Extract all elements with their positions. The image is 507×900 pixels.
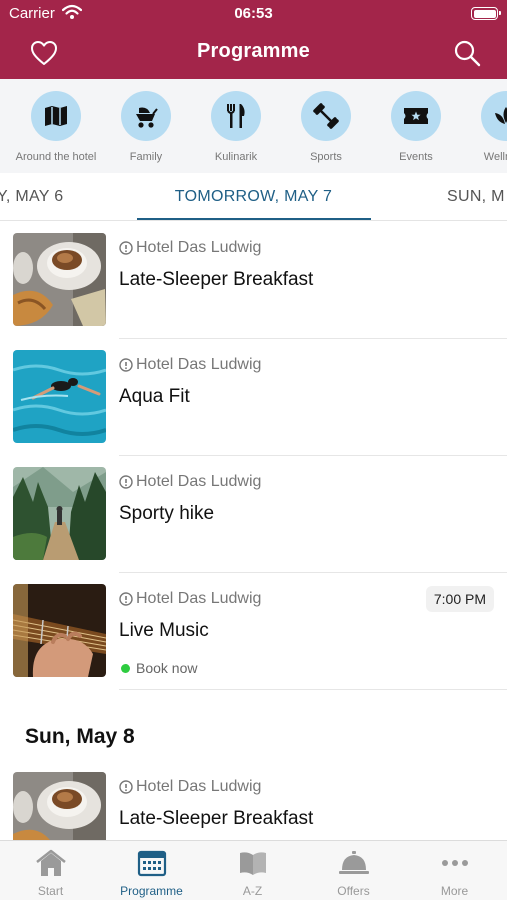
category-label: Family	[129, 151, 163, 163]
tab-start[interactable]: Start	[0, 849, 101, 898]
location-label: Hotel Das Ludwig	[119, 239, 261, 257]
day-tabs: Y, MAY 6 TOMORROW, MAY 7 SUN, M	[0, 173, 507, 221]
map-icon	[45, 106, 67, 126]
event-title: Aqua Fit	[119, 386, 190, 407]
active-tab-indicator	[137, 218, 371, 220]
tab-day-tomorrow[interactable]: TOMORROW, MAY 7	[0, 188, 507, 206]
category-label: Sports	[310, 151, 342, 163]
event-title: Live Music	[119, 620, 209, 641]
clock: 06:53	[234, 5, 273, 22]
list-item[interactable]: Hotel Das Ludwig Sporty hike	[0, 456, 507, 573]
coffee-croissant-photo	[13, 772, 106, 840]
tab-label: A-Z	[242, 884, 263, 898]
stroller-icon	[136, 107, 158, 128]
list-item[interactable]: Hotel Das Ludwig Late-Sleeper Breakfast	[0, 761, 507, 840]
category-kulinarik[interactable]: Kulinarik	[191, 91, 281, 163]
book-now-link[interactable]: Book now	[121, 660, 197, 676]
swimmer-pool-photo	[13, 350, 106, 443]
event-title: Sporty hike	[119, 503, 215, 524]
info-pin-icon	[119, 358, 133, 372]
bell-icon	[338, 851, 369, 874]
category-label: Around the hotel	[15, 151, 97, 163]
tab-offers[interactable]: Offers	[303, 849, 404, 898]
ticket-icon	[404, 108, 428, 124]
location-text: Hotel Das Ludwig	[136, 239, 262, 256]
category-events[interactable]: Events	[371, 91, 461, 163]
location-label: Hotel Das Ludwig	[119, 356, 261, 374]
page-title: Programme	[197, 40, 310, 62]
tab-label: More	[440, 884, 469, 898]
guitar-photo	[13, 584, 106, 677]
lotus-icon	[495, 107, 507, 124]
location-text: Hotel Das Ludwig	[136, 473, 262, 490]
info-pin-icon	[119, 475, 133, 489]
category-strip[interactable]: Around the hotel Family Kulinarik Sports…	[0, 79, 507, 173]
dumbbell-icon	[313, 103, 339, 129]
category-label: Events	[399, 151, 433, 163]
category-around-the-hotel[interactable]: Around the hotel	[11, 91, 101, 163]
event-title: Late-Sleeper Breakfast	[119, 808, 314, 829]
house-icon	[35, 849, 66, 876]
tab-label: Programme	[120, 884, 183, 898]
calendar-icon	[137, 850, 166, 877]
location-text: Hotel Das Ludwig	[136, 778, 262, 795]
category-label: Wellness	[483, 151, 507, 163]
info-pin-icon	[119, 592, 133, 606]
bottom-tab-bar: Start Programme A-Z Offers More	[0, 840, 507, 900]
category-sports[interactable]: Sports	[281, 91, 371, 163]
info-pin-icon	[119, 780, 133, 794]
location-label: Hotel Das Ludwig	[119, 473, 261, 491]
search-icon[interactable]	[453, 39, 481, 67]
availability-dot-icon	[121, 663, 130, 673]
book-now-label: Book now	[136, 660, 198, 676]
book-icon	[239, 852, 266, 875]
section-heading: Sun, May 8	[25, 725, 135, 748]
location-label: Hotel Das Ludwig	[119, 590, 261, 608]
event-title: Late-Sleeper Breakfast	[119, 269, 314, 290]
coffee-croissant-photo	[13, 233, 106, 326]
list-item[interactable]: Hotel Das Ludwig 7:00 PM Live Music Book…	[0, 573, 507, 690]
tab-label: Start	[37, 884, 64, 898]
list-item[interactable]: Hotel Das Ludwig Late-Sleeper Breakfast	[0, 222, 507, 339]
location-text: Hotel Das Ludwig	[136, 590, 262, 607]
category-label: Kulinarik	[214, 151, 258, 163]
tab-label: Offers	[337, 884, 370, 898]
tab-day-next[interactable]: SUN, M	[447, 188, 505, 206]
row-divider	[119, 689, 507, 690]
category-wellness[interactable]: Wellness	[461, 91, 507, 163]
location-label: Hotel Das Ludwig	[119, 778, 261, 796]
programme-list[interactable]: Hotel Das Ludwig Late-Sleeper Breakfast …	[0, 222, 507, 840]
cutlery-icon	[227, 104, 245, 128]
status-bar: Carrier 06:53	[0, 0, 507, 28]
tab-a-z[interactable]: A-Z	[202, 849, 303, 898]
category-family[interactable]: Family	[101, 91, 191, 163]
battery-icon	[471, 7, 501, 20]
tab-more[interactable]: More	[404, 849, 505, 898]
dots-icon	[441, 860, 468, 866]
forest-trail-photo	[13, 467, 106, 560]
location-text: Hotel Das Ludwig	[136, 356, 262, 373]
event-time-badge: 7:00 PM	[425, 586, 494, 612]
info-pin-icon	[119, 241, 133, 255]
app-header: Carrier 06:53 Programme	[0, 0, 507, 79]
tab-programme[interactable]: Programme	[101, 849, 202, 898]
list-item[interactable]: Hotel Das Ludwig Aqua Fit	[0, 339, 507, 456]
